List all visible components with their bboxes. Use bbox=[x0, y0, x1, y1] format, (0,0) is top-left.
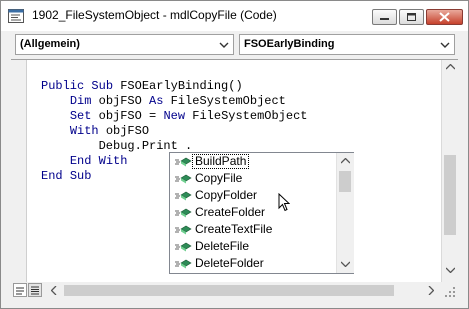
scroll-down-arrow-icon[interactable] bbox=[341, 261, 350, 267]
code-line[interactable]: Public Sub FSOEarlyBinding() bbox=[41, 79, 307, 94]
vertical-scroll-thumb[interactable] bbox=[444, 155, 456, 235]
object-dropdown[interactable]: (Allgemein) bbox=[15, 34, 234, 55]
scroll-right-arrow-icon[interactable] bbox=[428, 286, 434, 295]
intellisense-scroll-thumb[interactable] bbox=[339, 171, 351, 192]
procedure-view-button[interactable] bbox=[13, 283, 27, 297]
chevron-down-icon bbox=[219, 42, 229, 48]
vertical-scrollbar[interactable] bbox=[441, 60, 459, 282]
intellisense-item-label: BuildPath bbox=[192, 154, 250, 169]
intellisense-item-label: CreateTextFile bbox=[195, 222, 273, 236]
intellisense-item[interactable]: CopyFolder bbox=[170, 187, 335, 204]
minimize-icon bbox=[380, 18, 389, 20]
method-icon bbox=[175, 242, 192, 252]
margin-indicator-bar[interactable] bbox=[11, 60, 27, 282]
intellisense-item[interactable]: CreateTextFile bbox=[170, 221, 335, 238]
maximize-button[interactable] bbox=[399, 9, 424, 25]
chevron-down-icon bbox=[440, 42, 450, 48]
intellisense-item[interactable]: DeleteFile bbox=[170, 238, 335, 255]
intellisense-item[interactable]: DeleteFolder bbox=[170, 255, 335, 272]
scroll-up-arrow-icon[interactable] bbox=[446, 64, 455, 70]
code-line[interactable]: Dim objFSO As FileSystemObject bbox=[41, 94, 307, 109]
procedure-dropdown-value: FSOEarlyBinding bbox=[244, 38, 335, 50]
horizontal-scrollbar[interactable] bbox=[47, 282, 440, 299]
method-icon bbox=[175, 208, 192, 218]
code-line[interactable]: Set objFSO = New FileSystemObject bbox=[41, 109, 308, 124]
procedure-view-icon bbox=[16, 287, 24, 295]
close-button[interactable] bbox=[426, 9, 463, 25]
close-icon bbox=[439, 12, 450, 22]
intellisense-item[interactable]: BuildPath bbox=[170, 153, 335, 170]
scroll-left-arrow-icon[interactable] bbox=[51, 286, 57, 295]
object-dropdown-value: (Allgemein) bbox=[20, 38, 80, 50]
method-icon bbox=[175, 259, 192, 269]
full-module-view-icon bbox=[31, 286, 39, 295]
intellisense-item-label: CopyFile bbox=[195, 171, 243, 185]
method-icon bbox=[175, 174, 192, 184]
intellisense-item-label: DeleteFolder bbox=[195, 256, 264, 270]
bottom-bar bbox=[11, 282, 458, 300]
maximize-icon bbox=[407, 13, 416, 21]
intellisense-item-label: CopyFolder bbox=[195, 188, 258, 202]
code-line[interactable]: With objFSO bbox=[41, 124, 307, 139]
code-module-icon bbox=[8, 9, 24, 23]
method-icon bbox=[175, 157, 192, 167]
resize-grip-icon[interactable] bbox=[444, 286, 456, 298]
minimize-button[interactable] bbox=[372, 9, 397, 25]
horizontal-scroll-thumb[interactable] bbox=[64, 285, 394, 296]
mouse-pointer-icon bbox=[278, 193, 290, 212]
intellisense-item[interactable]: CreateFolder bbox=[170, 204, 335, 221]
scroll-down-arrow-icon[interactable] bbox=[446, 267, 455, 273]
full-module-view-button[interactable] bbox=[28, 283, 42, 297]
intellisense-item-label: DeleteFile bbox=[195, 239, 250, 253]
procedure-dropdown[interactable]: FSOEarlyBinding bbox=[239, 34, 455, 55]
intellisense-item-label: CreateFolder bbox=[195, 205, 266, 219]
intellisense-item[interactable]: CopyFile bbox=[170, 170, 335, 187]
method-icon bbox=[175, 191, 192, 201]
intellisense-list[interactable]: BuildPath CopyFile CopyFolder CreateFolder C… bbox=[169, 152, 354, 274]
scroll-up-arrow-icon[interactable] bbox=[341, 158, 350, 164]
method-icon bbox=[175, 225, 192, 235]
title-bar[interactable]: 1902_FileSystemObject - mdlCopyFile (Cod… bbox=[1, 1, 468, 31]
code-window: 1902_FileSystemObject - mdlCopyFile (Cod… bbox=[0, 0, 469, 309]
intellisense-scrollbar[interactable] bbox=[336, 153, 354, 273]
window-title: 1902_FileSystemObject - mdlCopyFile (Cod… bbox=[32, 8, 277, 22]
